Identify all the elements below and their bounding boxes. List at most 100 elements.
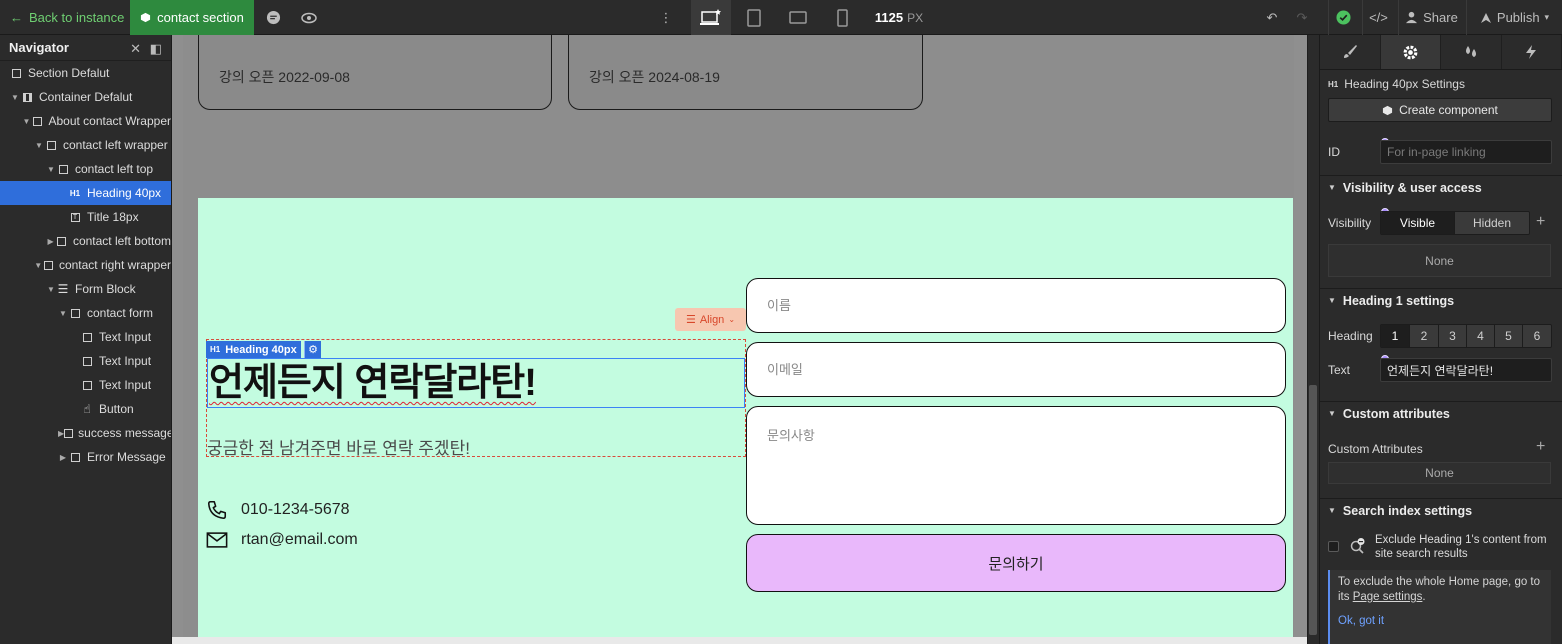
nav-item-container[interactable]: ▼ Container Defalut (0, 85, 171, 109)
nav-item-contact-form[interactable]: ▼ contact form (0, 301, 171, 325)
caret-down-icon[interactable]: ▼ (58, 309, 68, 318)
caret-down-icon[interactable]: ▼ (10, 93, 20, 102)
selected-element-tag[interactable]: H1 Heading 40px (206, 341, 301, 358)
caret-down-icon[interactable]: ▼ (34, 141, 44, 150)
caret-down-icon[interactable]: ▼ (22, 117, 31, 126)
box-icon (42, 259, 54, 271)
caret-down-icon[interactable]: ▼ (46, 285, 56, 294)
breakpoint-desktop-icon[interactable] (691, 0, 731, 35)
nav-item-title-18px[interactable]: T Title 18px (0, 205, 171, 229)
ok-got-it-link[interactable]: Ok, got it (1338, 614, 1543, 629)
nav-item-text-input-1[interactable]: Text Input (0, 325, 171, 349)
panel-tabs (1320, 35, 1562, 70)
nav-item-contact-left-wrapper[interactable]: ▼ contact left wrapper (0, 133, 171, 157)
box-icon (44, 139, 58, 151)
publish-icon (1480, 12, 1491, 23)
tab-settings-gear-icon[interactable] (1380, 35, 1441, 69)
dock-panel-icon[interactable]: ◧ (150, 41, 162, 57)
user-icon (1406, 11, 1418, 24)
page-settings-link[interactable]: Page settings (1353, 591, 1423, 603)
heading-level-1[interactable]: 1 (1381, 325, 1410, 347)
nav-item-success-message[interactable]: ▶ success message (0, 421, 171, 445)
preview-eye-icon[interactable] (294, 0, 324, 35)
pointer-icon: ☝ (83, 402, 91, 416)
add-visibility-plus-icon[interactable]: + (1536, 213, 1545, 231)
element-settings-gear-icon[interactable]: ⚙ (304, 341, 321, 358)
tab-lightning-icon[interactable] (1502, 35, 1562, 69)
component-breadcrumb[interactable]: contact section (130, 0, 254, 35)
heading-level-5[interactable]: 5 (1495, 325, 1523, 347)
search-index-section-header[interactable]: ▼ Search index settings (1320, 498, 1562, 522)
heading-level-2[interactable]: 2 (1410, 325, 1439, 347)
heading-level-6[interactable]: 6 (1523, 325, 1551, 347)
heading-text-input[interactable]: 언제든지 연락달라탄! (1380, 358, 1552, 382)
add-attribute-plus-icon[interactable]: + (1536, 438, 1545, 456)
custom-attributes-label: Custom Attributes (1328, 442, 1423, 456)
box-icon (31, 115, 44, 127)
nav-item-heading-40px[interactable]: H1 Heading 40px (0, 181, 171, 205)
nav-item-form-block[interactable]: ▼ ☰ Form Block (0, 277, 171, 301)
canvas-scrollbar-thumb[interactable] (1309, 385, 1317, 635)
back-to-instance-button[interactable]: ← Back to instance (0, 0, 128, 35)
breakpoint-mobile-portrait-icon[interactable] (824, 0, 860, 35)
heading-level-3[interactable]: 3 (1439, 325, 1467, 347)
design-canvas[interactable]: 강의 오픈 2022-09-08 강의 오픈 2024-08-19 ☰ Alig… (172, 35, 1307, 644)
create-component-button[interactable]: Create component (1328, 98, 1552, 122)
visibility-visible-option[interactable]: Visible (1381, 212, 1455, 234)
nav-item-button[interactable]: ☝ Button (0, 397, 171, 421)
name-input[interactable]: 이름 (746, 278, 1286, 333)
box-icon (80, 331, 94, 343)
nav-item-contact-right-wrapper[interactable]: ▼ contact right wrapper (0, 253, 171, 277)
mail-icon (206, 532, 228, 548)
caret-down-icon[interactable]: ▼ (34, 261, 42, 270)
comments-icon[interactable] (258, 0, 288, 35)
status-check-icon[interactable] (1328, 0, 1358, 35)
nav-item-text-input-2[interactable]: Text Input (0, 349, 171, 373)
nav-item-about-contact-wrapper[interactable]: ▼ About contact Wrapper (0, 109, 171, 133)
visibility-hidden-option[interactable]: Hidden (1455, 212, 1529, 234)
caret-down-icon[interactable]: ▼ (46, 165, 56, 174)
contact-heading[interactable]: 언제든지 연락달라탄! (207, 358, 745, 408)
exclude-search-label: Exclude Heading 1's content from site se… (1375, 534, 1547, 560)
breakpoint-mobile-landscape-icon[interactable] (780, 0, 816, 35)
tab-style-brush-icon[interactable] (1320, 35, 1381, 69)
email-input[interactable]: 이메일 (746, 342, 1286, 397)
heading-settings-section-header[interactable]: ▼ Heading 1 settings (1320, 288, 1562, 312)
nav-item-contact-left-top[interactable]: ▼ contact left top (0, 157, 171, 181)
course-card-2[interactable]: 강의 오픈 2024-08-19 (568, 35, 923, 110)
caret-right-icon[interactable]: ▶ (58, 453, 68, 462)
nav-item-text-input-3[interactable]: Text Input (0, 373, 171, 397)
id-input[interactable]: For in-page linking (1380, 140, 1552, 164)
close-x-icon[interactable]: ✕ (130, 41, 141, 57)
visibility-section-header[interactable]: ▼ Visibility & user access (1320, 175, 1562, 199)
more-options-icon[interactable]: ⋮ (654, 0, 678, 35)
contact-subtitle[interactable]: 궁금한 점 남겨주면 바로 연락 주겠탄! (207, 434, 470, 459)
course-card-1[interactable]: 강의 오픈 2022-09-08 (198, 35, 552, 110)
custom-attributes-section-header[interactable]: ▼ Custom attributes (1320, 401, 1562, 425)
nav-item-contact-left-bottom[interactable]: ▶ contact left bottom (0, 229, 171, 253)
nav-item-error-message[interactable]: ▶ Error Message (0, 445, 171, 469)
share-button[interactable]: Share (1398, 0, 1464, 35)
top-bar: ← Back to instance contact section ⋮ 112… (0, 0, 1562, 35)
code-icon[interactable]: </> (1362, 0, 1394, 35)
caret-right-icon[interactable]: ▶ (46, 237, 55, 246)
align-button[interactable]: ☰ Align ⌄ (675, 308, 746, 331)
cube-icon (1383, 105, 1393, 115)
box-icon (80, 355, 94, 367)
message-textarea[interactable]: 문의사항 (746, 406, 1286, 525)
box-icon (68, 307, 82, 319)
breakpoint-tablet-icon[interactable] (736, 0, 772, 35)
undo-icon[interactable]: ↶ (1258, 0, 1286, 35)
custom-attributes-none-box: None (1328, 462, 1551, 484)
nav-item-section[interactable]: Section Defalut (0, 61, 171, 85)
tab-interactions-drops-icon[interactable] (1441, 35, 1502, 69)
heading-level-4[interactable]: 4 (1467, 325, 1495, 347)
settings-panel: H1 Heading 40px Settings Create componen… (1319, 35, 1562, 644)
exclude-search-checkbox[interactable] (1328, 541, 1339, 552)
redo-icon[interactable]: ↷ (1288, 0, 1316, 35)
navigator-header: Navigator ✕ ◧ (0, 35, 171, 61)
publish-button[interactable]: Publish ▾ (1466, 0, 1562, 35)
contact-section[interactable]: ☰ Align ⌄ H1 Heading 40px ⚙ 언제든지 연락달라탄! … (198, 198, 1293, 644)
search-exclude-icon (1349, 537, 1367, 555)
submit-button[interactable]: 문의하기 (746, 534, 1286, 592)
